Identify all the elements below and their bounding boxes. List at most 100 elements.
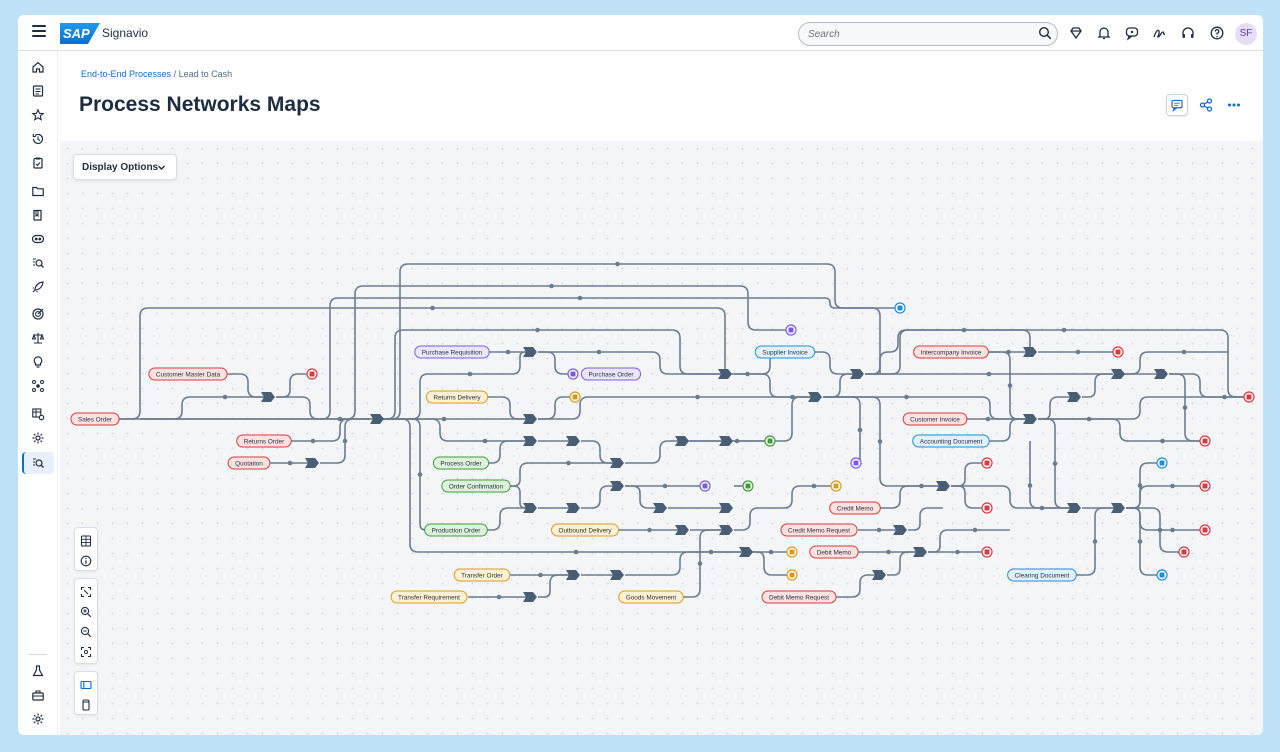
table-view-icon[interactable] — [80, 535, 92, 547]
process-node-label: Intercompany Invoice — [921, 350, 982, 357]
bell-icon[interactable] — [1096, 25, 1112, 41]
edge-marker — [1160, 438, 1165, 444]
process-node[interactable]: Accounting Document — [912, 434, 990, 448]
panel-left-icon[interactable] — [80, 679, 92, 691]
process-node[interactable]: Clearing Document — [1007, 568, 1077, 582]
hub-icon[interactable] — [31, 379, 45, 393]
share-button[interactable] — [1195, 94, 1217, 116]
edge-marker — [1092, 539, 1098, 544]
nodes-layer: Sales Order Customer Master Data Returns O… — [70, 302, 1255, 604]
process-node[interactable]: Debit Memo Request — [761, 590, 837, 604]
network-edge — [683, 529, 726, 598]
display-options-button[interactable]: Display Options — [73, 154, 177, 180]
steps-layer — [261, 347, 1168, 602]
process-node[interactable]: Customer Invoice — [902, 412, 968, 426]
breadcrumb-link-parent[interactable]: End-to-End Processes — [81, 69, 171, 79]
end-event-marker — [745, 483, 751, 489]
edge-marker — [1137, 539, 1143, 544]
process-node[interactable]: Process Order — [432, 456, 490, 470]
process-node[interactable]: Quotation — [227, 456, 271, 470]
signature-icon[interactable] — [1152, 25, 1168, 41]
search-input[interactable] — [798, 22, 1058, 46]
comments-button[interactable] — [1166, 94, 1188, 116]
process-node-label: Purchase Order — [588, 372, 634, 379]
process-node[interactable]: Outbound Delivery — [551, 523, 619, 537]
process-network-canvas[interactable]: Sales Order Customer Master Data Returns O… — [60, 141, 1263, 735]
folder-icon[interactable] — [31, 184, 45, 198]
document-icon[interactable] — [31, 84, 45, 98]
clipboard-icon[interactable] — [31, 156, 45, 170]
gear-icon[interactable] — [31, 712, 45, 726]
help-icon[interactable] — [1209, 25, 1225, 41]
end-event-marker — [853, 460, 859, 466]
network-edge — [276, 396, 370, 420]
history-icon[interactable] — [31, 132, 45, 146]
edge-marker — [734, 438, 740, 444]
menu-icon[interactable] — [32, 25, 46, 39]
search-icon[interactable] — [1038, 26, 1052, 40]
home-icon[interactable] — [31, 60, 45, 74]
process-node[interactable]: Purchase Order — [580, 367, 642, 381]
focus-icon[interactable] — [80, 646, 92, 658]
edge-marker — [986, 371, 992, 377]
edge-marker — [1061, 327, 1067, 333]
table-gear-icon[interactable] — [31, 407, 45, 421]
process-node[interactable]: Returns Order — [236, 434, 292, 448]
process-node[interactable]: Sales Order — [70, 412, 120, 426]
process-node[interactable]: Purchase Requisition — [414, 345, 490, 359]
headset-icon[interactable] — [1180, 25, 1196, 41]
more-options-button[interactable] — [1223, 94, 1245, 116]
gem-icon[interactable] — [1068, 25, 1084, 41]
sap-logo[interactable]: SAP — [60, 23, 100, 44]
edge-marker — [287, 460, 293, 466]
process-search-icon[interactable] — [31, 456, 45, 470]
network-edge — [538, 396, 575, 420]
process-node[interactable]: Supplier Invoice — [754, 345, 816, 359]
network-edge — [1121, 351, 1228, 375]
process-node[interactable]: Intercompany Invoice — [913, 345, 989, 359]
zoom-tools-group — [74, 578, 98, 664]
info-icon[interactable] — [80, 555, 92, 567]
process-step[interactable] — [1111, 369, 1125, 379]
process-node-label: Sales Order — [78, 417, 113, 424]
zoom-out-icon[interactable] — [80, 626, 92, 638]
settings-icon[interactable] — [31, 431, 45, 445]
process-node[interactable]: Transfer Order — [453, 568, 511, 582]
process-node[interactable]: Credit Memo Request — [780, 523, 858, 537]
eye-icon[interactable] — [31, 232, 45, 246]
process-node[interactable]: Debit Memo — [809, 545, 859, 559]
process-node[interactable]: Transfer Requirement — [390, 590, 468, 604]
process-node[interactable]: Customer Master Data — [148, 367, 228, 381]
book-icon[interactable] — [31, 208, 45, 222]
end-event-marker — [1202, 438, 1208, 444]
avatar[interactable]: SF — [1235, 23, 1257, 45]
edge-marker — [647, 527, 652, 533]
process-node-label: Debit Memo Request — [769, 595, 829, 602]
edge-marker — [342, 438, 348, 444]
mobile-view-icon[interactable] — [80, 699, 92, 711]
flask-icon[interactable] — [31, 664, 45, 678]
process-node[interactable]: Order Confirmation — [441, 479, 511, 493]
chat-icon[interactable] — [1124, 25, 1140, 41]
balance-icon[interactable] — [31, 331, 45, 345]
network-edge — [378, 418, 530, 442]
target-icon[interactable] — [31, 307, 45, 321]
star-icon[interactable] — [31, 108, 45, 122]
edge-marker — [662, 483, 668, 489]
fit-to-screen-icon[interactable] — [80, 586, 92, 598]
zoom-in-icon[interactable] — [80, 606, 92, 618]
edge-marker — [1137, 483, 1143, 488]
lightbulb-icon[interactable] — [31, 355, 45, 369]
edge-marker — [467, 371, 473, 377]
toolbox-icon[interactable] — [31, 688, 45, 702]
process-node[interactable]: Production Order — [424, 523, 488, 537]
process-node[interactable]: Goods Movement — [618, 590, 684, 604]
network-edge — [1038, 418, 1205, 442]
process-node[interactable]: Credit Memo — [829, 501, 881, 515]
rocket-icon[interactable] — [31, 280, 45, 294]
edge-marker — [1039, 505, 1045, 511]
shell-bar: SAP Signavio Search SF — [18, 15, 1263, 51]
process-node[interactable]: Returns Delivery — [425, 390, 489, 404]
end-event-marker — [1246, 394, 1252, 400]
search-doc-icon[interactable] — [31, 256, 45, 270]
